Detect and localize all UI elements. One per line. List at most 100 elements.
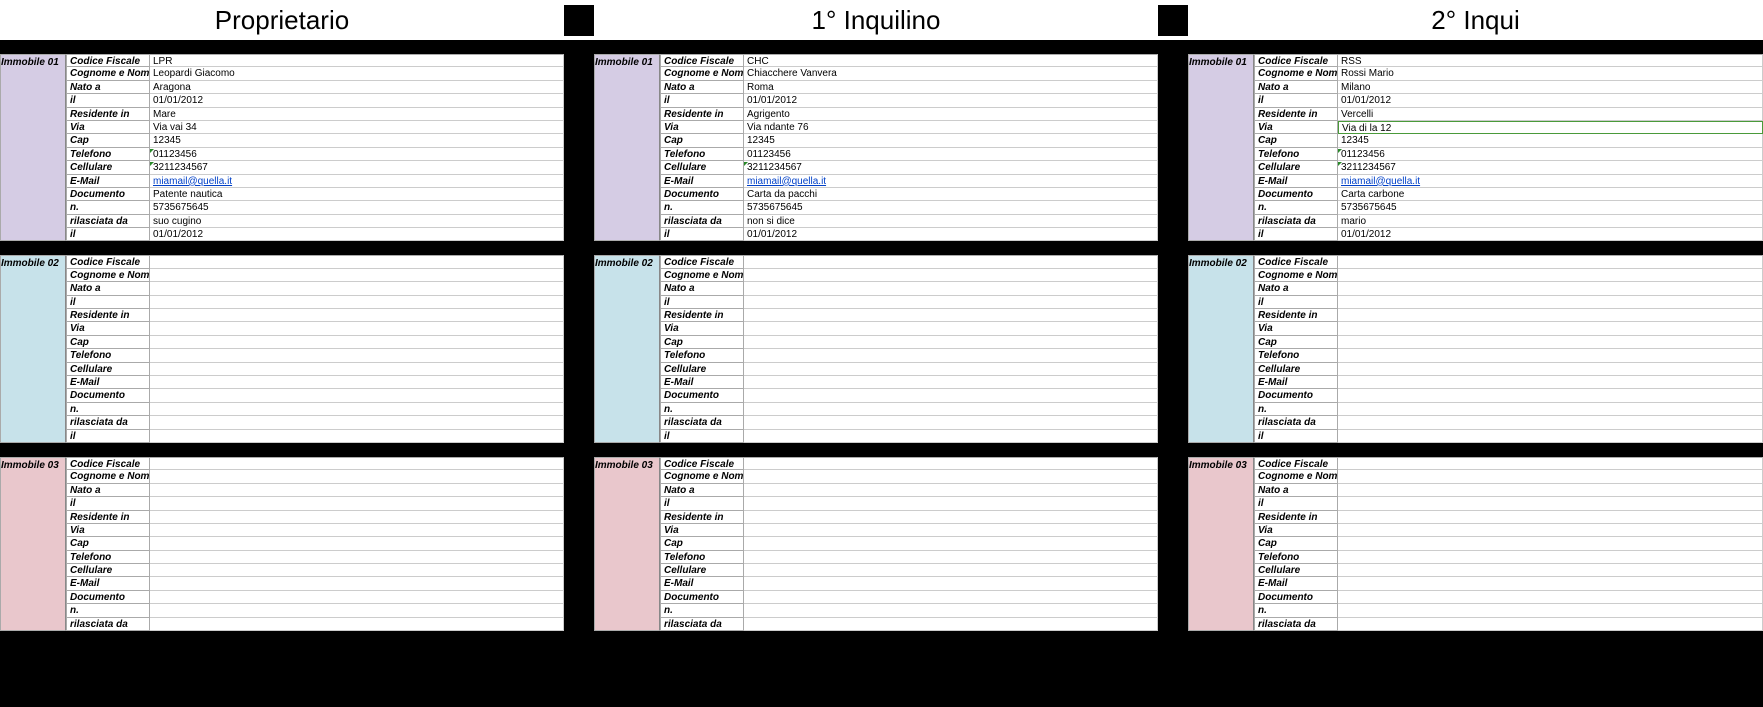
cell[interactable]	[150, 282, 564, 295]
cell[interactable]: Vercelli	[1338, 108, 1763, 121]
cell[interactable]	[744, 336, 1158, 349]
cell[interactable]	[744, 497, 1158, 510]
cell[interactable]	[1338, 269, 1763, 282]
cell[interactable]: 01/01/2012	[150, 94, 564, 107]
cell[interactable]: 01123456	[1338, 148, 1763, 161]
cell[interactable]	[150, 389, 564, 402]
cell[interactable]	[1338, 524, 1763, 537]
cell[interactable]: 5735675645	[1338, 201, 1763, 214]
cell[interactable]	[1338, 309, 1763, 322]
cell[interactable]: Mare	[150, 108, 564, 121]
cell[interactable]: mario	[1338, 215, 1763, 228]
cell[interactable]	[744, 296, 1158, 309]
cell[interactable]	[744, 551, 1158, 564]
cell[interactable]	[1338, 296, 1763, 309]
cell[interactable]	[744, 511, 1158, 524]
cell[interactable]	[150, 363, 564, 376]
cell[interactable]	[744, 591, 1158, 604]
cell[interactable]	[1338, 591, 1763, 604]
cell[interactable]: 3211234567	[744, 161, 1158, 174]
cell[interactable]	[150, 497, 564, 510]
cell[interactable]: Via di la 12	[1338, 121, 1763, 134]
cell[interactable]	[1338, 497, 1763, 510]
cell[interactable]	[1338, 511, 1763, 524]
cell[interactable]	[150, 511, 564, 524]
cell[interactable]	[744, 564, 1158, 577]
cell[interactable]	[150, 349, 564, 362]
cell[interactable]	[150, 309, 564, 322]
cell[interactable]	[744, 416, 1158, 429]
cell[interactable]	[744, 524, 1158, 537]
cell[interactable]	[150, 484, 564, 497]
cell[interactable]	[150, 524, 564, 537]
cell[interactable]	[1338, 389, 1763, 402]
cell[interactable]	[150, 322, 564, 335]
cell[interactable]: Carta da pacchi	[744, 188, 1158, 201]
cell[interactable]	[150, 470, 564, 483]
cell[interactable]: 01123456	[150, 148, 564, 161]
cell[interactable]: miamail@quella.it	[744, 175, 1158, 188]
cell[interactable]	[744, 618, 1158, 631]
cell[interactable]: 01123456	[744, 148, 1158, 161]
cell[interactable]	[150, 604, 564, 617]
cell[interactable]	[744, 389, 1158, 402]
cell[interactable]: suo cugino	[150, 215, 564, 228]
cell[interactable]	[1338, 484, 1763, 497]
cell[interactable]: 01/01/2012	[744, 94, 1158, 107]
cell[interactable]	[1338, 336, 1763, 349]
cell[interactable]	[744, 309, 1158, 322]
cell[interactable]	[150, 564, 564, 577]
cell[interactable]	[1338, 470, 1763, 483]
cell[interactable]: CHC	[744, 54, 1158, 67]
cell[interactable]	[150, 403, 564, 416]
cell[interactable]	[1338, 255, 1763, 268]
cell[interactable]	[150, 416, 564, 429]
cell[interactable]	[744, 363, 1158, 376]
cell[interactable]: 01/01/2012	[744, 228, 1158, 241]
cell[interactable]	[744, 282, 1158, 295]
cell[interactable]: Via vai 34	[150, 121, 564, 134]
cell[interactable]	[1338, 457, 1763, 470]
cell[interactable]: 3211234567	[150, 161, 564, 174]
cell[interactable]: 12345	[150, 134, 564, 147]
cell[interactable]	[1338, 577, 1763, 590]
cell[interactable]: non si dice	[744, 215, 1158, 228]
cell[interactable]: 12345	[1338, 134, 1763, 147]
cell[interactable]	[1338, 403, 1763, 416]
cell[interactable]	[744, 484, 1158, 497]
cell[interactable]: 12345	[744, 134, 1158, 147]
cell[interactable]	[744, 376, 1158, 389]
cell[interactable]: miamail@quella.it	[1338, 175, 1763, 188]
cell[interactable]	[150, 269, 564, 282]
cell[interactable]	[744, 430, 1158, 443]
cell[interactable]	[150, 296, 564, 309]
cell[interactable]: Rossi Mario	[1338, 67, 1763, 80]
cell[interactable]	[744, 403, 1158, 416]
cell[interactable]	[150, 537, 564, 550]
cell[interactable]	[1338, 537, 1763, 550]
cell[interactable]	[1338, 349, 1763, 362]
cell[interactable]: Roma	[744, 81, 1158, 94]
cell[interactable]: Patente nautica	[150, 188, 564, 201]
cell[interactable]	[1338, 282, 1763, 295]
cell[interactable]	[1338, 618, 1763, 631]
cell[interactable]: LPR	[150, 54, 564, 67]
cell[interactable]	[744, 322, 1158, 335]
cell[interactable]	[1338, 430, 1763, 443]
cell[interactable]	[150, 551, 564, 564]
cell[interactable]	[744, 457, 1158, 470]
cell[interactable]	[744, 255, 1158, 268]
cell[interactable]: Agrigento	[744, 108, 1158, 121]
cell[interactable]: 5735675645	[150, 201, 564, 214]
cell[interactable]	[744, 537, 1158, 550]
cell[interactable]: 3211234567	[1338, 161, 1763, 174]
cell[interactable]	[1338, 564, 1763, 577]
cell[interactable]: 01/01/2012	[1338, 228, 1763, 241]
cell[interactable]	[150, 336, 564, 349]
cell[interactable]	[150, 255, 564, 268]
cell[interactable]: 01/01/2012	[1338, 94, 1763, 107]
cell[interactable]: Carta carbone	[1338, 188, 1763, 201]
cell[interactable]	[150, 430, 564, 443]
cell[interactable]	[744, 470, 1158, 483]
cell[interactable]: miamail@quella.it	[150, 175, 564, 188]
